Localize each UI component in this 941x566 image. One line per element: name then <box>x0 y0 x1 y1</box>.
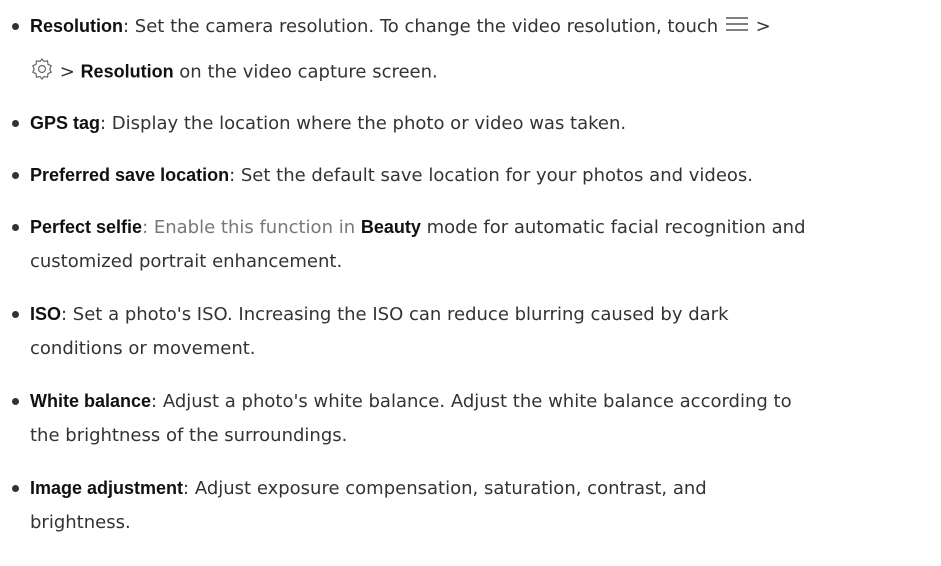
desc-image-adjustment-b: brightness. <box>30 512 131 533</box>
desc-perfect-selfie-c: customized portrait enhancement. <box>30 251 343 272</box>
desc-iso: : Set a photo's ISO. Increasing the ISO … <box>61 304 729 325</box>
menu-icon <box>724 15 750 40</box>
desc-gps-tag: : Display the location where the photo o… <box>100 113 627 134</box>
bullet <box>12 224 19 231</box>
desc-resolution-end: on the video capture screen. <box>179 61 438 83</box>
bullet <box>12 172 19 179</box>
bullet <box>12 120 19 127</box>
desc-preferred-save-location: : Set the default save location for your… <box>229 165 754 186</box>
desc-resolution: : Set the camera resolution. To change t… <box>123 16 719 37</box>
term-perfect-selfie: Perfect selfie <box>30 217 143 237</box>
term-resolution: Resolution <box>30 16 123 36</box>
gt-separator: > <box>59 61 75 83</box>
camera-settings-list: Resolution: Set the camera resolution. T… <box>0 0 941 566</box>
term-iso: ISO <box>30 304 62 324</box>
term-white-balance: White balance <box>30 391 152 411</box>
term-preferred-save-location: Preferred save location <box>30 165 230 185</box>
term-resolution-path: Resolution <box>80 61 174 82</box>
settings-gear-icon <box>30 57 54 88</box>
gt-separator: > <box>755 16 771 37</box>
term-image-adjustment: Image adjustment <box>30 478 184 498</box>
desc-white-balance: : Adjust a photo's white balance. Adjust… <box>151 391 792 412</box>
term-gps-tag: GPS tag <box>30 113 101 133</box>
desc-perfect-selfie-b: mode for automatic facial recognition an… <box>426 217 806 238</box>
desc-iso-b: conditions or movement. <box>30 338 256 359</box>
desc-perfect-selfie: : Enable this function in <box>142 217 356 238</box>
bullet <box>12 311 19 318</box>
bullet <box>12 398 19 405</box>
desc-white-balance-b: the brightness of the surroundings. <box>30 425 348 446</box>
bullet <box>12 485 19 492</box>
desc-image-adjustment: : Adjust exposure compensation, saturati… <box>183 478 707 499</box>
bullet <box>12 23 19 30</box>
term-beauty: Beauty <box>360 217 421 237</box>
